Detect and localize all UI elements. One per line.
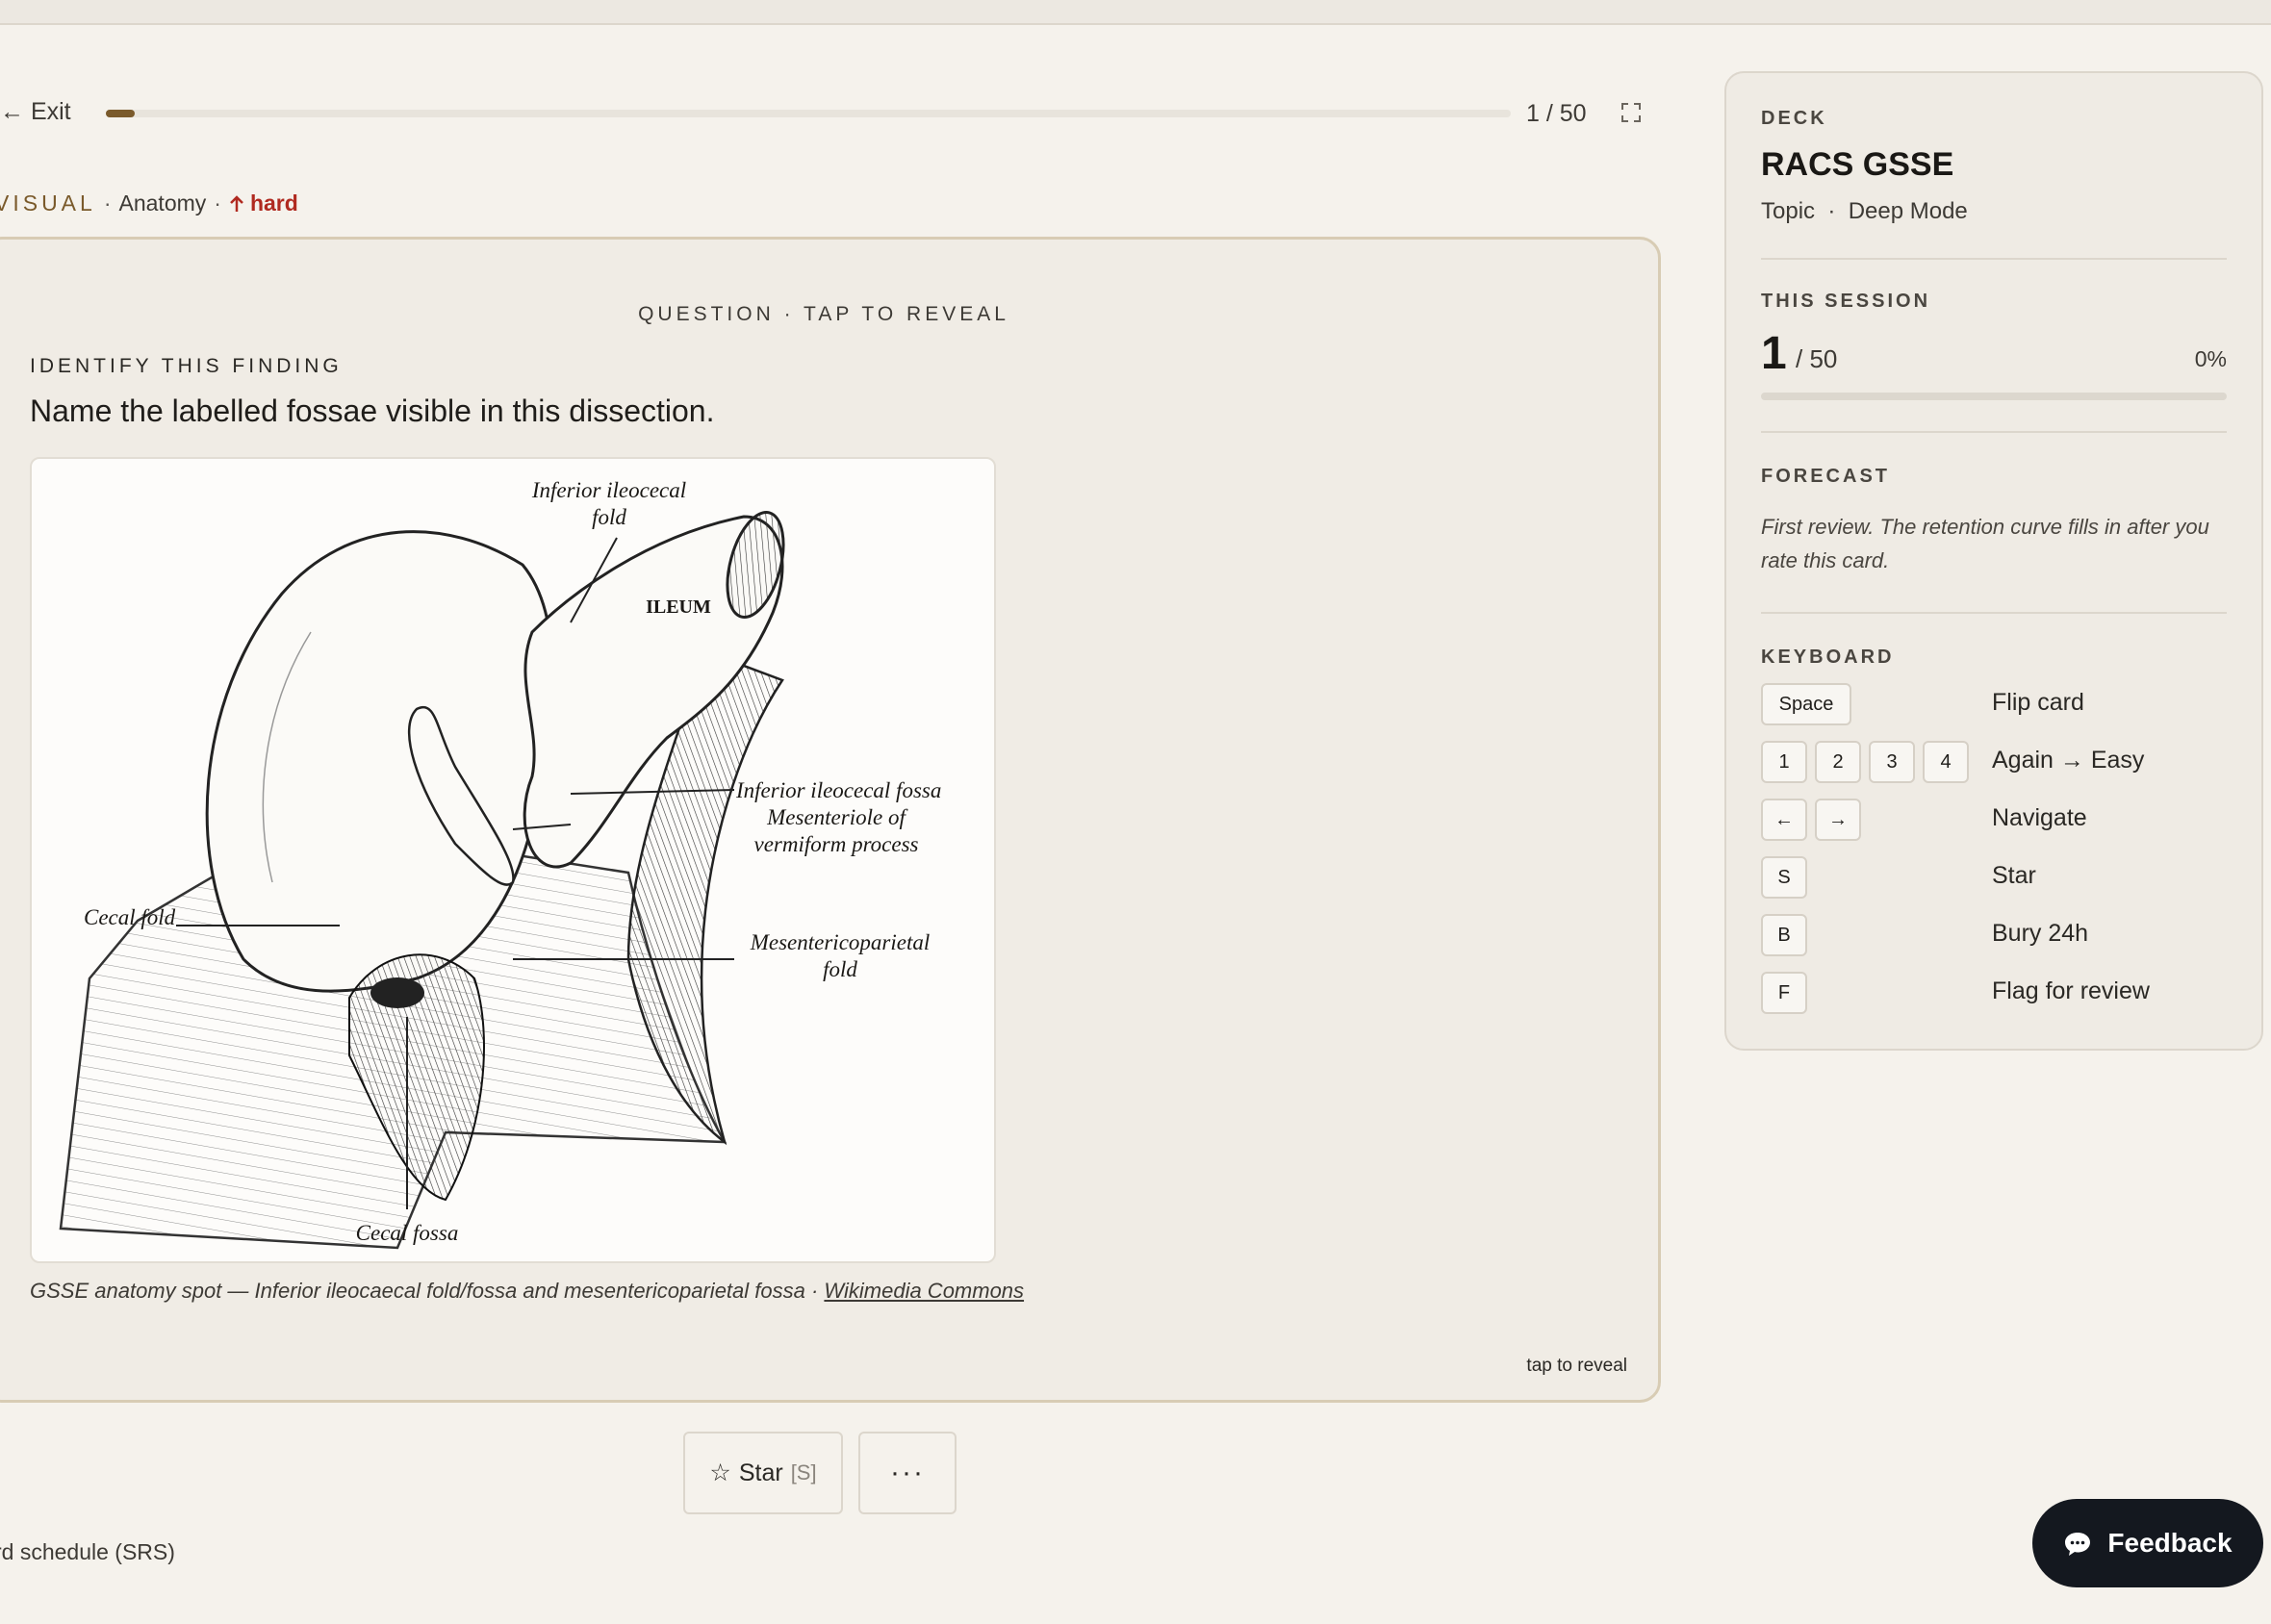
key-cap: 4 (1923, 741, 1969, 783)
key-cap: 2 (1815, 741, 1861, 783)
shortcut-description: Bury 24h (1992, 920, 2089, 947)
progress-fill (106, 110, 135, 117)
tag-separator: · (214, 190, 221, 216)
key-cap: S (1761, 856, 1807, 899)
key-cap: F (1761, 972, 1807, 1014)
shortcut-description: Again → Easy (1992, 747, 2145, 774)
key-cap: 1 (1761, 741, 1807, 783)
key-cap: B (1761, 914, 1807, 956)
deck-sidebar: DECK RACS GSSE Topic · Deep Mode THIS SE… (1724, 71, 2263, 1051)
star-icon: ☆ (709, 1459, 731, 1486)
shortcut-row: S Star (1761, 856, 2233, 899)
deck-label: DECK (1761, 108, 1827, 129)
session-progress-bar (1761, 393, 2227, 400)
shortcut-description: Star (1992, 862, 2036, 889)
finding-label: IDENTIFY THIS FINDING (30, 355, 343, 377)
more-options-button[interactable]: ··· (858, 1432, 957, 1514)
shortcut-row: B Bury 24h (1761, 914, 2233, 956)
label-mesenteriole: Mesenteriole of (766, 805, 908, 829)
exit-link[interactable]: ← Exit (0, 98, 71, 126)
more-icon: ··· (890, 1457, 925, 1488)
anatomy-image: Inferior ileocecal fold ILEUM Inferior i… (30, 457, 996, 1263)
arrow-up-icon (230, 194, 243, 212)
chat-icon (2065, 1533, 2091, 1556)
label-inferior-ileocecal-fold: Inferior ileocecal (531, 478, 686, 502)
label-mesenteriole-2: vermiform process (754, 832, 919, 856)
progress-bar (106, 110, 1511, 117)
session-total: / 50 (1796, 344, 1838, 373)
flashcard[interactable]: QUESTION · TAP TO REVEAL IDENTIFY THIS F… (0, 237, 1661, 1403)
key-cap: 3 (1869, 741, 1915, 783)
tag-difficulty: hard (249, 190, 298, 216)
label-inferior-ileocecal-fold-2: fold (592, 505, 626, 529)
key-cap: → (1815, 799, 1861, 841)
tag-topic: Anatomy (118, 190, 207, 216)
tag-type: VISUAL (0, 190, 96, 216)
session-percent: 0% (2194, 346, 2227, 371)
star-button[interactable]: ☆ Star [S] (683, 1432, 843, 1514)
shortcut-row: Space Flip card (1761, 683, 2233, 725)
dissection-illustration: Inferior ileocecal fold ILEUM Inferior i… (59, 478, 941, 1250)
shortcut-description: Flip card (1992, 689, 2084, 716)
session-label: THIS SESSION (1761, 291, 1931, 312)
tag-separator: · (103, 190, 112, 216)
wikimedia-link[interactable]: Wikimedia Commons (824, 1279, 1024, 1303)
feedback-label: Feedback (2107, 1528, 2233, 1558)
label-ileum: ILEUM (646, 596, 711, 618)
keyboard-label: KEYBOARD (1761, 647, 1895, 668)
srs-note: rd schedule (SRS) (0, 1539, 175, 1564)
star-shortcut: [S] (790, 1460, 817, 1484)
shortcut-row: F Flag for review (1761, 972, 2233, 1014)
top-bar (0, 0, 2271, 25)
label-cecal-fossa: Cecal fossa (356, 1221, 459, 1245)
tap-to-reveal-hint: tap to reveal (1526, 1356, 1627, 1376)
feedback-button[interactable]: Feedback (2032, 1499, 2263, 1587)
label-cecal-fold: Cecal fold (84, 905, 176, 929)
divider (1761, 612, 2227, 614)
forecast-label: FORECAST (1761, 466, 1890, 487)
card-counter: 1 / 50 (1526, 100, 1587, 127)
label-inferior-ileocecal-fossa: Inferior ileocecal fossa (735, 778, 941, 802)
label-mesentericoparietal-fold: Mesentericoparietal (750, 930, 931, 954)
card-tags: VISUAL · Anatomy · hard (0, 190, 298, 216)
shortcut-row: ← → Navigate (1761, 799, 2233, 841)
shortcut-description: Navigate (1992, 804, 2087, 831)
star-label: Star (738, 1459, 783, 1486)
fullscreen-icon[interactable] (1620, 102, 1642, 123)
session-current: 1 (1761, 328, 1787, 379)
question-prompt: Name the labelled fossae visible in this… (30, 393, 715, 428)
image-caption: GSSE anatomy spot — Inferior ileocaecal … (30, 1279, 1024, 1304)
caption-text: GSSE anatomy spot — Inferior ileocaecal … (30, 1279, 825, 1303)
forecast-text: First review. The retention curve fills … (1761, 515, 2209, 572)
key-cap: ← (1761, 799, 1807, 841)
divider (1761, 258, 2227, 260)
shortcut-row: 1 2 3 4 Again → Easy (1761, 741, 2233, 783)
card-header: QUESTION · TAP TO REVEAL (638, 303, 1009, 325)
label-mesentericoparietal-fold-2: fold (823, 957, 857, 981)
deck-subtitle: Topic · Deep Mode (1761, 198, 1968, 224)
divider (1761, 431, 2227, 433)
shortcut-description: Flag for review (1992, 977, 2150, 1004)
key-cap: Space (1761, 683, 1851, 725)
deck-name: RACS GSSE (1761, 146, 1954, 183)
